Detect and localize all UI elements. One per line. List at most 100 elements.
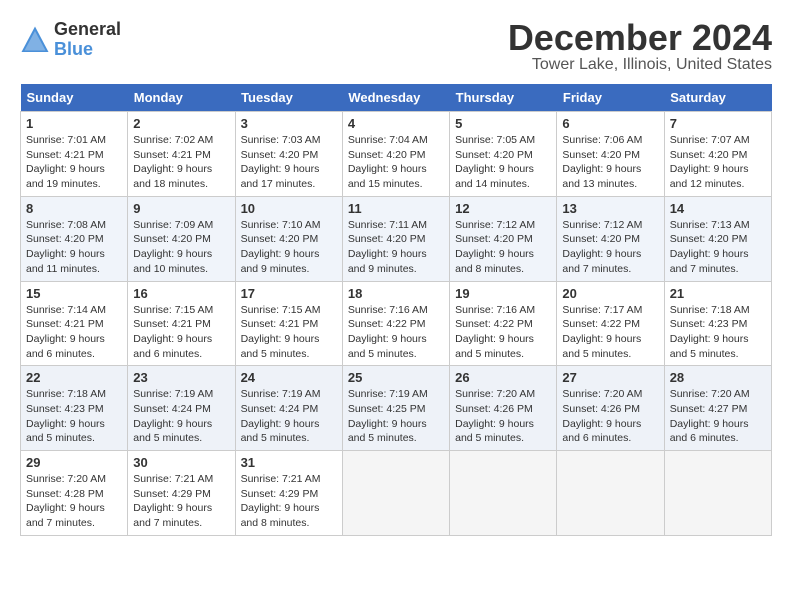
- day-info: Sunrise: 7:07 AMSunset: 4:20 PMDaylight:…: [670, 133, 766, 192]
- table-cell: 6 Sunrise: 7:06 AMSunset: 4:20 PMDaylight…: [557, 112, 664, 197]
- day-info: Sunrise: 7:04 AMSunset: 4:20 PMDaylight:…: [348, 133, 444, 192]
- day-number: 12: [455, 201, 551, 216]
- day-info: Sunrise: 7:12 AMSunset: 4:20 PMDaylight:…: [562, 218, 658, 277]
- col-thursday: Thursday: [450, 84, 557, 112]
- table-cell: 5 Sunrise: 7:05 AMSunset: 4:20 PMDaylight…: [450, 112, 557, 197]
- day-number: 8: [26, 201, 122, 216]
- table-cell: [664, 451, 771, 536]
- table-cell: 10 Sunrise: 7:10 AMSunset: 4:20 PMDayligh…: [235, 196, 342, 281]
- day-info: Sunrise: 7:09 AMSunset: 4:20 PMDaylight:…: [133, 218, 229, 277]
- col-sunday: Sunday: [21, 84, 128, 112]
- day-info: Sunrise: 7:20 AMSunset: 4:26 PMDaylight:…: [562, 387, 658, 446]
- day-number: 4: [348, 116, 444, 131]
- day-number: 19: [455, 286, 551, 301]
- day-info: Sunrise: 7:20 AMSunset: 4:27 PMDaylight:…: [670, 387, 766, 446]
- day-number: 26: [455, 370, 551, 385]
- table-cell: 12 Sunrise: 7:12 AMSunset: 4:20 PMDayligh…: [450, 196, 557, 281]
- day-info: Sunrise: 7:15 AMSunset: 4:21 PMDaylight:…: [133, 303, 229, 362]
- day-info: Sunrise: 7:19 AMSunset: 4:24 PMDaylight:…: [133, 387, 229, 446]
- calendar-row: 8 Sunrise: 7:08 AMSunset: 4:20 PMDaylight…: [21, 196, 772, 281]
- table-cell: 19 Sunrise: 7:16 AMSunset: 4:22 PMDayligh…: [450, 281, 557, 366]
- table-cell: 3 Sunrise: 7:03 AMSunset: 4:20 PMDaylight…: [235, 112, 342, 197]
- logo-text: General Blue: [54, 20, 121, 60]
- table-cell: 2 Sunrise: 7:02 AMSunset: 4:21 PMDaylight…: [128, 112, 235, 197]
- day-info: Sunrise: 7:02 AMSunset: 4:21 PMDaylight:…: [133, 133, 229, 192]
- page-header: General Blue December 2024 Tower Lake, I…: [20, 20, 772, 74]
- table-cell: 17 Sunrise: 7:15 AMSunset: 4:21 PMDayligh…: [235, 281, 342, 366]
- day-number: 24: [241, 370, 337, 385]
- table-cell: 29 Sunrise: 7:20 AMSunset: 4:28 PMDayligh…: [21, 451, 128, 536]
- col-friday: Friday: [557, 84, 664, 112]
- day-info: Sunrise: 7:11 AMSunset: 4:20 PMDaylight:…: [348, 218, 444, 277]
- day-number: 25: [348, 370, 444, 385]
- day-info: Sunrise: 7:15 AMSunset: 4:21 PMDaylight:…: [241, 303, 337, 362]
- day-info: Sunrise: 7:14 AMSunset: 4:21 PMDaylight:…: [26, 303, 122, 362]
- calendar-row: 15 Sunrise: 7:14 AMSunset: 4:21 PMDayligh…: [21, 281, 772, 366]
- day-info: Sunrise: 7:06 AMSunset: 4:20 PMDaylight:…: [562, 133, 658, 192]
- day-number: 7: [670, 116, 766, 131]
- day-number: 20: [562, 286, 658, 301]
- day-info: Sunrise: 7:10 AMSunset: 4:20 PMDaylight:…: [241, 218, 337, 277]
- day-info: Sunrise: 7:18 AMSunset: 4:23 PMDaylight:…: [26, 387, 122, 446]
- day-number: 21: [670, 286, 766, 301]
- day-info: Sunrise: 7:03 AMSunset: 4:20 PMDaylight:…: [241, 133, 337, 192]
- day-info: Sunrise: 7:13 AMSunset: 4:20 PMDaylight:…: [670, 218, 766, 277]
- day-number: 3: [241, 116, 337, 131]
- table-cell: 16 Sunrise: 7:15 AMSunset: 4:21 PMDayligh…: [128, 281, 235, 366]
- table-cell: [557, 451, 664, 536]
- col-saturday: Saturday: [664, 84, 771, 112]
- day-info: Sunrise: 7:16 AMSunset: 4:22 PMDaylight:…: [455, 303, 551, 362]
- table-cell: [450, 451, 557, 536]
- table-cell: 9 Sunrise: 7:09 AMSunset: 4:20 PMDaylight…: [128, 196, 235, 281]
- table-cell: 24 Sunrise: 7:19 AMSunset: 4:24 PMDayligh…: [235, 366, 342, 451]
- day-info: Sunrise: 7:20 AMSunset: 4:28 PMDaylight:…: [26, 472, 122, 531]
- logo: General Blue: [20, 20, 121, 60]
- table-cell: 26 Sunrise: 7:20 AMSunset: 4:26 PMDayligh…: [450, 366, 557, 451]
- col-tuesday: Tuesday: [235, 84, 342, 112]
- day-number: 29: [26, 455, 122, 470]
- table-cell: 31Sunrise: 7:21 AMSunset: 4:29 PMDayligh…: [235, 451, 342, 536]
- day-number: 9: [133, 201, 229, 216]
- table-cell: 20Sunrise: 7:17 AMSunset: 4:22 PMDayligh…: [557, 281, 664, 366]
- table-cell: 11 Sunrise: 7:11 AMSunset: 4:20 PMDayligh…: [342, 196, 449, 281]
- day-number: 10: [241, 201, 337, 216]
- logo-general: General: [54, 20, 121, 40]
- day-number: 11: [348, 201, 444, 216]
- logo-blue: Blue: [54, 40, 121, 60]
- day-number: 22: [26, 370, 122, 385]
- table-cell: 14 Sunrise: 7:13 AMSunset: 4:20 PMDayligh…: [664, 196, 771, 281]
- day-number: 2: [133, 116, 229, 131]
- table-cell: 22 Sunrise: 7:18 AMSunset: 4:23 PMDayligh…: [21, 366, 128, 451]
- day-number: 15: [26, 286, 122, 301]
- calendar-row: 22 Sunrise: 7:18 AMSunset: 4:23 PMDayligh…: [21, 366, 772, 451]
- day-number: 14: [670, 201, 766, 216]
- day-info: Sunrise: 7:19 AMSunset: 4:25 PMDaylight:…: [348, 387, 444, 446]
- location: Tower Lake, Illinois, United States: [508, 56, 772, 74]
- day-info: Sunrise: 7:01 AMSunset: 4:21 PMDaylight:…: [26, 133, 122, 192]
- day-number: 1: [26, 116, 122, 131]
- day-number: 30: [133, 455, 229, 470]
- table-cell: 30 Sunrise: 7:21 AMSunset: 4:29 PMDayligh…: [128, 451, 235, 536]
- logo-icon: [20, 25, 50, 55]
- day-info: Sunrise: 7:05 AMSunset: 4:20 PMDaylight:…: [455, 133, 551, 192]
- table-cell: 15 Sunrise: 7:14 AMSunset: 4:21 PMDayligh…: [21, 281, 128, 366]
- day-info: Sunrise: 7:21 AMSunset: 4:29 PMDaylight:…: [133, 472, 229, 531]
- calendar-row: 29 Sunrise: 7:20 AMSunset: 4:28 PMDayligh…: [21, 451, 772, 536]
- col-wednesday: Wednesday: [342, 84, 449, 112]
- day-info: Sunrise: 7:18 AMSunset: 4:23 PMDaylight:…: [670, 303, 766, 362]
- day-info: Sunrise: 7:08 AMSunset: 4:20 PMDaylight:…: [26, 218, 122, 277]
- table-cell: [342, 451, 449, 536]
- day-info: Sunrise: 7:20 AMSunset: 4:26 PMDaylight:…: [455, 387, 551, 446]
- day-info: Sunrise: 7:12 AMSunset: 4:20 PMDaylight:…: [455, 218, 551, 277]
- day-info: Sunrise: 7:21 AMSunset: 4:29 PMDaylight:…: [241, 472, 337, 531]
- day-number: 17: [241, 286, 337, 301]
- day-number: 23: [133, 370, 229, 385]
- table-cell: 18Sunrise: 7:16 AMSunset: 4:22 PMDayligh…: [342, 281, 449, 366]
- table-cell: 23 Sunrise: 7:19 AMSunset: 4:24 PMDayligh…: [128, 366, 235, 451]
- day-number: 16: [133, 286, 229, 301]
- day-number: 5: [455, 116, 551, 131]
- day-number: 27: [562, 370, 658, 385]
- col-monday: Monday: [128, 84, 235, 112]
- day-number: 6: [562, 116, 658, 131]
- day-info: Sunrise: 7:19 AMSunset: 4:24 PMDaylight:…: [241, 387, 337, 446]
